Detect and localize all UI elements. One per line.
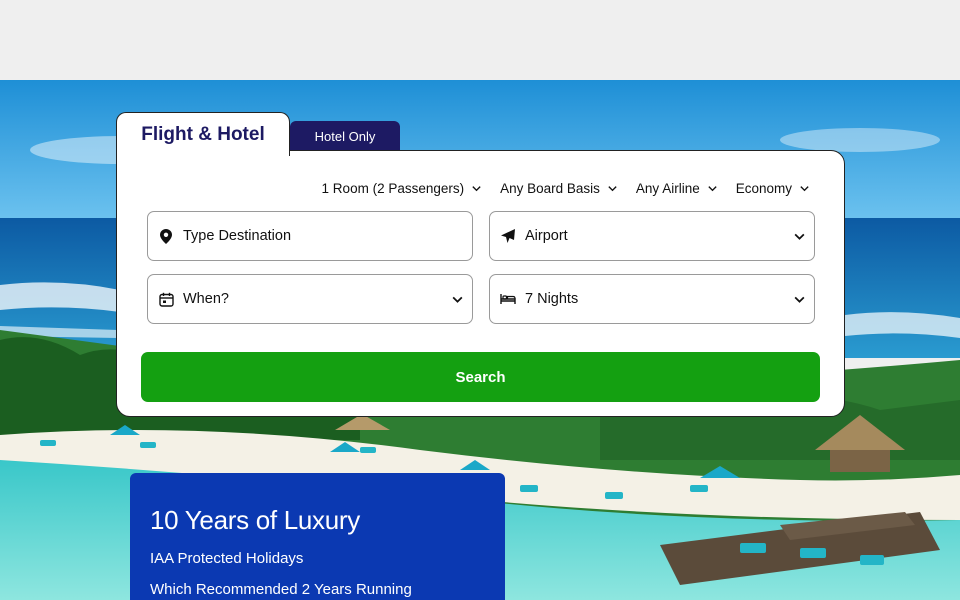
when-date-picker[interactable]: When? (147, 274, 473, 324)
tab-flight-hotel[interactable]: Flight & Hotel (116, 112, 290, 156)
airport-select[interactable]: Airport (489, 211, 815, 261)
promo-line-iaa: IAA Protected Holidays (150, 550, 304, 567)
map-pin-icon (158, 228, 174, 244)
promo-banner: 10 Years of Luxury IAA Protected Holiday… (130, 473, 505, 600)
calendar-icon (158, 291, 174, 307)
chevron-down-icon (708, 186, 717, 192)
chevron-down-icon (794, 233, 805, 240)
cabin-class-label: Economy (735, 181, 792, 196)
chevron-down-icon (794, 296, 805, 303)
top-header-bar (0, 0, 960, 80)
board-basis-dropdown[interactable]: Any Board Basis (500, 181, 618, 196)
destination-input[interactable]: Type Destination (147, 211, 473, 261)
search-panel: 1 Room (2 Passengers) Any Board Basis An… (116, 150, 845, 417)
rooms-passengers-label: 1 Room (2 Passengers) (321, 181, 465, 196)
rooms-passengers-dropdown[interactable]: 1 Room (2 Passengers) (322, 181, 483, 196)
nights-select[interactable]: 7 Nights (489, 274, 815, 324)
nights-label: 7 Nights (525, 291, 579, 307)
cabin-class-dropdown[interactable]: Economy (736, 181, 810, 196)
chevron-down-icon (472, 186, 481, 192)
bed-icon (500, 291, 516, 307)
promo-line-recommended: Which Recommended 2 Years Running (150, 581, 412, 598)
airport-label: Airport (525, 228, 568, 244)
airline-dropdown[interactable]: Any Airline (636, 181, 718, 196)
chevron-down-icon (800, 186, 809, 192)
when-label: When? (183, 291, 229, 307)
airplane-icon (500, 228, 516, 244)
airline-label: Any Airline (635, 181, 700, 196)
tab-hotel-only[interactable]: Hotel Only (290, 121, 400, 152)
board-basis-label: Any Board Basis (500, 181, 600, 196)
search-button[interactable]: Search (141, 352, 820, 402)
destination-placeholder: Type Destination (183, 228, 292, 244)
search-options-row: 1 Room (2 Passengers) Any Board Basis An… (322, 181, 810, 196)
promo-title: 10 Years of Luxury (150, 505, 360, 535)
chevron-down-icon (452, 296, 463, 303)
chevron-down-icon (608, 186, 617, 192)
